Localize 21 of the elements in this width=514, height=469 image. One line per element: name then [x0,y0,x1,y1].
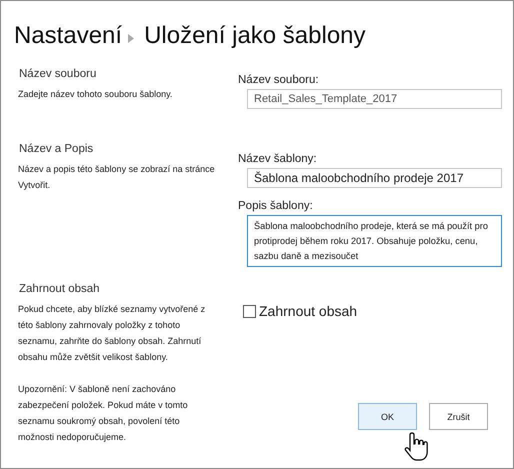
warning-text: Upozornění: V šabloně není zachováno zabezpečení položek. Pokud máte v tomto seznamu soukromý obsah, povolení této možnosti nedoporučujeme. [18,383,189,444]
input-field[interactable]: Šablona maloobchodního prodeje 2017 [247,168,502,188]
input-field[interactable]: Retail_Sales_Template_2017 [247,89,502,109]
page-title: Uložení jako šablony [144,22,366,50]
field-label: Název souboru: [238,74,320,86]
field-label: Název šablony: [238,153,318,165]
section-description: Pokud chcete, aby blízké seznamy vytvořené z této šablony zahrnovaly položky z tohoto seznamu, zahrňte do šablony obsah. Zahrnutí obsahu může zvětšit velikost šablony. [18,303,206,364]
section-heading: Název a Popis [19,143,94,155]
checkbox[interactable] [243,304,256,318]
hand-cursor-icon [404,431,430,463]
breadcrumb-link[interactable]: Nastavení [14,22,122,50]
description-field[interactable]: Šablona maloobchodního prodeje, která se má použít pro protiprodej během roku 2017. Obsahuje položku, cenu, sazbu daně a mezisoučet [247,215,502,267]
section-description: Zadejte název tohoto souboru šablony. [18,88,174,101]
section-heading: Zahrnout obsah [19,283,101,295]
checkbox-label: Zahrnout obsah [259,303,358,319]
section-heading: Název souboru [19,68,98,80]
dialog-button[interactable]: Zrušit [429,403,488,430]
dialog-button[interactable]: OK [358,403,417,430]
section-description: Název a popis této šablony se zobrazí na stránce Vytvořit. [18,163,216,192]
breadcrumb-separator-icon [128,34,134,43]
field-label: Popis šablony: [238,200,314,212]
